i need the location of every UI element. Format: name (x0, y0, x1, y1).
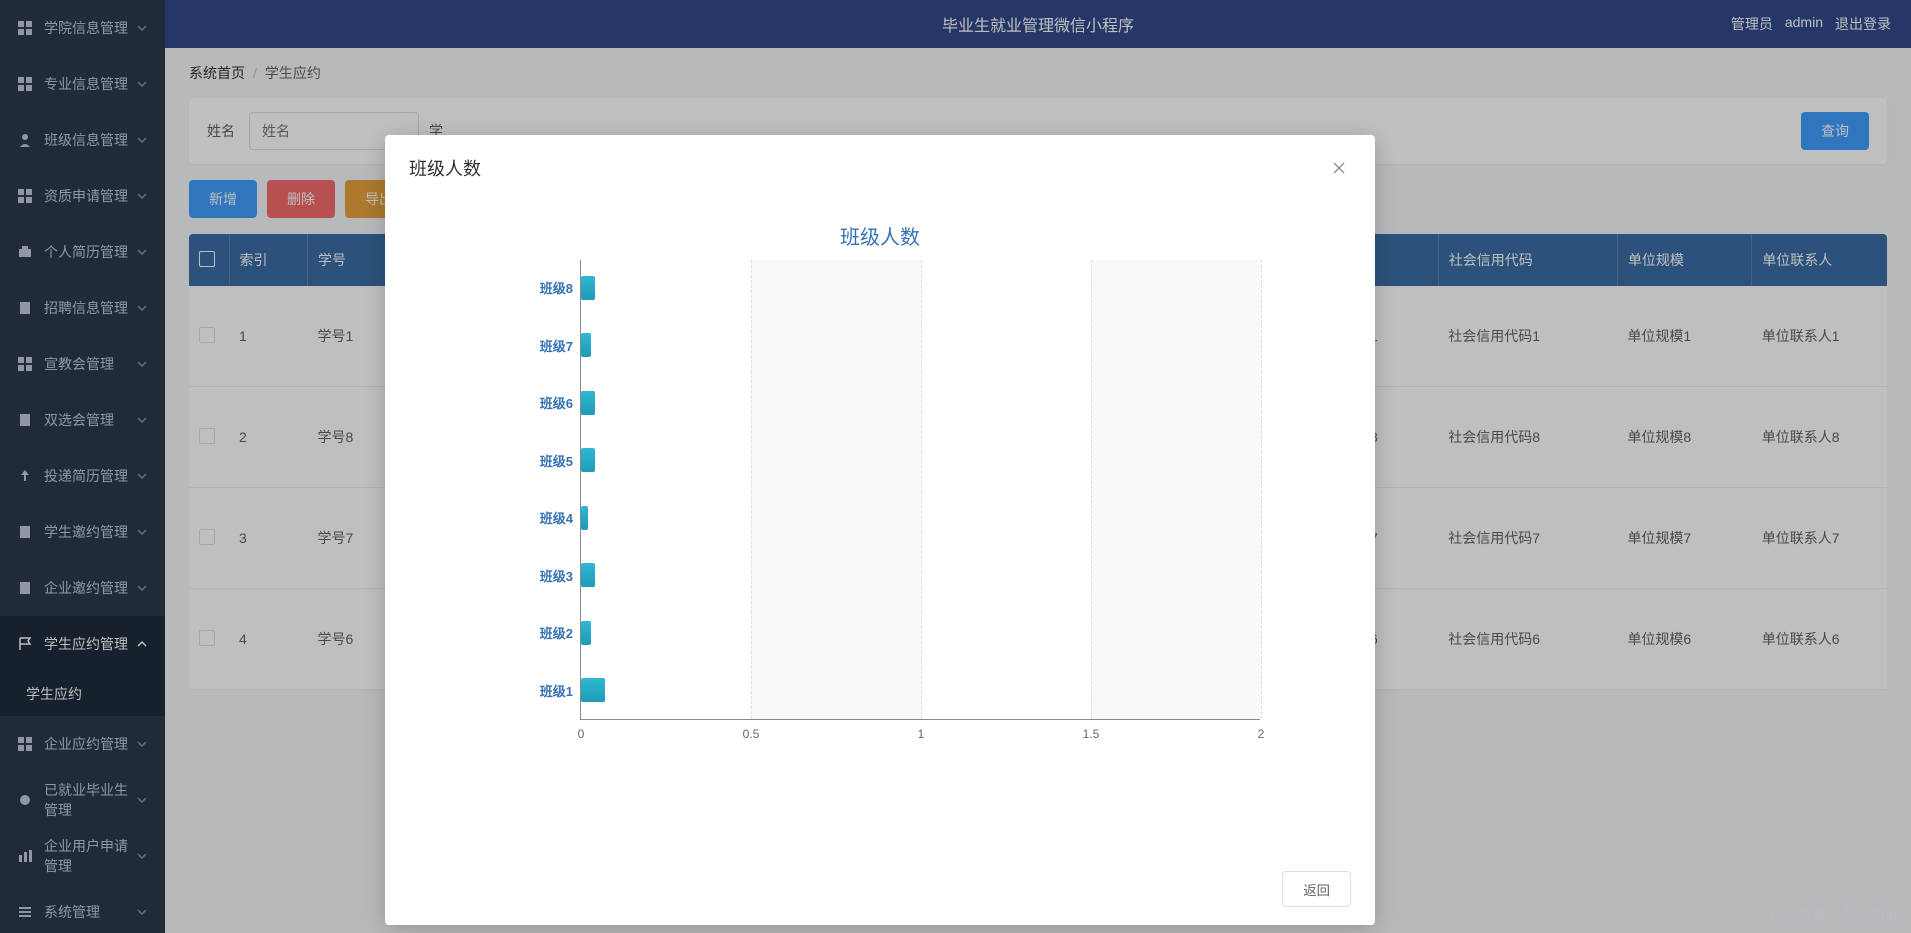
chart-bar-row: 班级1 (581, 662, 605, 720)
chart-title: 班级人数 (409, 221, 1351, 250)
y-axis-label: 班级3 (540, 566, 573, 585)
x-axis-tick: 0.5 (743, 727, 760, 741)
y-axis-label: 班级5 (540, 451, 573, 470)
chart-bar (581, 391, 595, 415)
chart-bar-row: 班级8 (581, 259, 595, 317)
chart-bar (581, 448, 595, 472)
x-axis-tick: 2 (1258, 727, 1265, 741)
class-count-dialog: 班级人数 班级人数 00.511.52班级1班级2班级3班级4班级5班级6班级7… (385, 135, 1375, 925)
y-axis-label: 班级8 (540, 278, 573, 297)
x-axis-tick: 0 (578, 727, 585, 741)
chart-bar-row: 班级4 (581, 489, 588, 547)
x-axis-tick: 1.5 (1083, 727, 1100, 741)
x-axis-tick: 1 (918, 727, 925, 741)
watermark: CSDN @小蔡coding (1770, 903, 1897, 923)
chart-bar (581, 563, 595, 587)
chart-bar (581, 678, 605, 702)
chart: 00.511.52班级1班级2班级3班级4班级5班级6班级7班级8 (500, 260, 1260, 760)
chart-bar-row: 班级3 (581, 547, 595, 605)
chart-bar (581, 333, 591, 357)
chart-bar-row: 班级2 (581, 604, 591, 662)
dialog-title: 班级人数 (409, 155, 481, 181)
close-icon[interactable] (1327, 156, 1351, 180)
chart-bar (581, 506, 588, 530)
y-axis-label: 班级6 (540, 393, 573, 412)
back-button[interactable]: 返回 (1282, 871, 1351, 907)
y-axis-label: 班级2 (540, 623, 573, 642)
y-axis-label: 班级4 (540, 508, 573, 527)
chart-bar-row: 班级7 (581, 317, 591, 375)
dialog-header: 班级人数 (385, 135, 1375, 191)
chart-bar (581, 276, 595, 300)
chart-bar-row: 班级5 (581, 432, 595, 490)
y-axis-label: 班级1 (540, 681, 573, 700)
dialog-footer: 返回 (385, 859, 1375, 925)
chart-bar-row: 班级6 (581, 374, 595, 432)
chart-bar (581, 621, 591, 645)
y-axis-label: 班级7 (540, 336, 573, 355)
